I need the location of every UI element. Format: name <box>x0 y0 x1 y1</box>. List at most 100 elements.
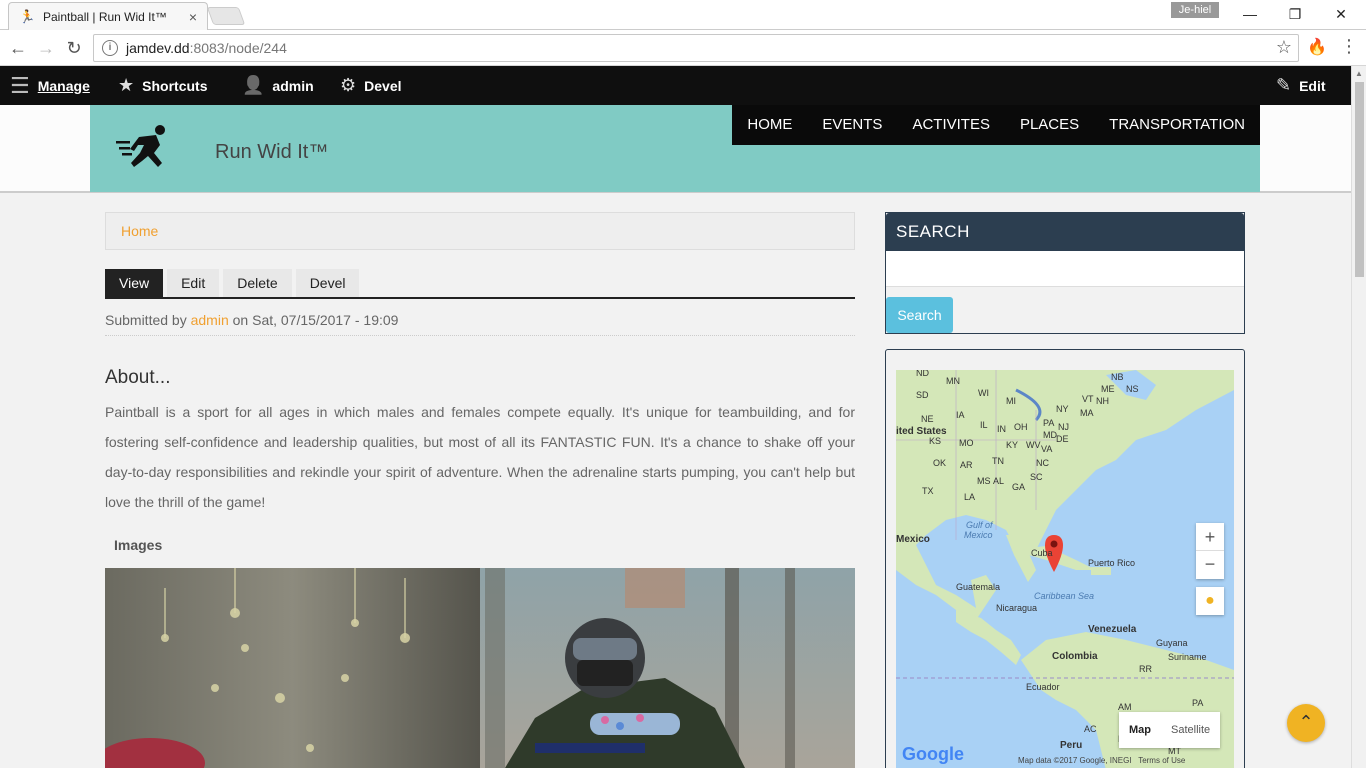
map-label: MD <box>1043 430 1057 440</box>
page-scrollbar[interactable]: ▲ <box>1351 66 1366 768</box>
map-attribution: Map data ©2017 Google, INEGI Terms of Us… <box>1018 756 1185 765</box>
nav-events[interactable]: EVENTS <box>807 105 897 145</box>
hamburger-icon: ☰ <box>10 72 30 98</box>
map-label: TN <box>992 456 1004 466</box>
map-label: VT <box>1082 394 1094 404</box>
submitted-prefix: Submitted by <box>105 312 187 328</box>
map-label: Guyana <box>1156 638 1188 648</box>
pegman-icon[interactable]: ● <box>1196 587 1224 615</box>
tab-edit[interactable]: Edit <box>167 269 220 297</box>
browser-menu-icon[interactable]: ⋮ <box>1340 36 1358 57</box>
map-label: SD <box>916 390 929 400</box>
toolbar-edit[interactable]: ✎ Edit <box>1276 66 1326 105</box>
search-button[interactable]: Search <box>886 297 953 333</box>
map-type-satellite[interactable]: Satellite <box>1161 712 1220 748</box>
map-label: NY <box>1056 404 1069 414</box>
map-label: Gulf of <box>966 520 993 530</box>
browser-tab[interactable]: 🏃 Paintball | Run Wid It™ × <box>8 2 208 30</box>
extension-flame-icon[interactable]: 🔥 <box>1307 37 1327 57</box>
map-label: AM <box>1118 702 1132 712</box>
map-label: PA <box>1192 698 1204 708</box>
tab-devel[interactable]: Devel <box>295 269 360 297</box>
site-info-icon[interactable]: i <box>102 40 118 56</box>
reload-icon[interactable]: ↻ <box>62 36 86 60</box>
map-label: OK <box>933 458 947 468</box>
search-input[interactable] <box>886 251 1244 287</box>
tab-delete[interactable]: Delete <box>223 269 292 297</box>
scroll-up-arrow-icon[interactable]: ▲ <box>1355 69 1363 78</box>
zoom-in-button[interactable]: + <box>1196 523 1224 551</box>
main-navigation: HOME EVENTS ACTIVITES PLACES TRANSPORTAT… <box>732 105 1260 145</box>
map-label: Peru <box>1060 740 1083 751</box>
url-path: :8083/node/244 <box>189 40 287 56</box>
runner-logo-icon[interactable] <box>114 123 174 173</box>
forward-icon[interactable]: → <box>34 36 58 60</box>
author-link[interactable]: admin <box>191 312 229 328</box>
maximize-icon[interactable]: ❐ <box>1272 0 1318 28</box>
browser-tabbar: 🏃 Paintball | Run Wid It™ × Je-hiel — ❐ … <box>0 0 1366 30</box>
map-data-text: Map data ©2017 Google, INEGI <box>1018 756 1132 765</box>
nav-places[interactable]: PLACES <box>1005 105 1094 145</box>
site-name[interactable]: Run Wid It™ <box>215 141 328 164</box>
breadcrumb-home-link[interactable]: Home <box>121 223 158 239</box>
submitted-info: Submitted by admin on Sat, 07/15/2017 - … <box>105 306 855 336</box>
google-wordmark: Google <box>902 744 964 764</box>
zoom-out-button[interactable]: − <box>1196 551 1224 579</box>
admin-toolbar: ☰ Manage ★ Shortcuts 👤 admin ⚙ Devel ✎ E… <box>0 66 1366 105</box>
map-label: DE <box>1056 434 1069 444</box>
toolbar-user[interactable]: 👤 admin <box>242 66 314 105</box>
back-icon[interactable]: ← <box>6 36 30 60</box>
minimize-icon[interactable]: — <box>1227 0 1273 28</box>
bookmark-star-icon[interactable]: ☆ <box>1276 37 1292 58</box>
scrollbar-thumb[interactable] <box>1355 82 1364 277</box>
google-map[interactable]: ND MN SD WI MI NE IA ited States KS MO I… <box>896 370 1234 768</box>
map-label: VA <box>1041 444 1053 454</box>
url-input[interactable]: i jamdev.dd:8083/node/244 ☆ <box>93 34 1299 62</box>
gear-icon: ⚙ <box>340 75 357 95</box>
map-label: NS <box>1126 384 1139 394</box>
map-label: Mexico <box>964 530 993 540</box>
nav-activities[interactable]: ACTIVITES <box>897 105 1005 145</box>
map-label: WI <box>978 388 989 398</box>
map-label: Puerto Rico <box>1088 558 1136 568</box>
pencil-icon: ✎ <box>1276 75 1292 95</box>
map-label: OH <box>1014 422 1028 432</box>
page-content: Run Wid It™ HOME EVENTS ACTIVITES PLACES… <box>0 105 1351 768</box>
article-body: Paintball is a sport for all ages in whi… <box>105 404 855 510</box>
article-heading: About... <box>105 367 171 388</box>
local-tasks: View Edit Delete Devel <box>105 269 855 299</box>
nav-transportation[interactable]: TRANSPORTATION <box>1094 105 1260 145</box>
google-logo[interactable]: Google <box>902 744 964 765</box>
site-header: Run Wid It™ HOME EVENTS ACTIVITES PLACES… <box>90 105 1260 192</box>
nav-home[interactable]: HOME <box>732 105 807 145</box>
map-type-map[interactable]: Map <box>1119 712 1161 748</box>
toolbar-manage[interactable]: ☰ Manage <box>10 66 90 105</box>
close-tab-icon[interactable]: × <box>189 9 197 25</box>
toolbar-shortcuts-label: Shortcuts <box>142 77 208 94</box>
map-label: AR <box>960 460 973 470</box>
map-label: MA <box>1080 408 1094 418</box>
map-label: MO <box>959 438 974 448</box>
map-label: LA <box>964 492 976 502</box>
submitted-date: on Sat, 07/15/2017 - 19:09 <box>232 312 399 328</box>
close-window-icon[interactable]: ✕ <box>1318 0 1364 28</box>
map-label: Ecuador <box>1026 682 1060 692</box>
map-label: Mexico <box>896 534 930 545</box>
favicon-runner-icon: 🏃 <box>19 8 36 24</box>
profile-badge[interactable]: Je-hiel <box>1171 2 1219 18</box>
map-type-control: Map Satellite <box>1119 712 1221 748</box>
map-label: RR <box>1139 664 1152 674</box>
map-label: Cuba <box>1031 548 1053 558</box>
toolbar-devel[interactable]: ⚙ Devel <box>340 66 402 105</box>
terms-link[interactable]: Terms of Use <box>1138 756 1185 765</box>
back-to-top-button[interactable]: ⌃ <box>1287 704 1325 742</box>
tab-view[interactable]: View <box>105 269 164 297</box>
map-block: ND MN SD WI MI NE IA ited States KS MO I… <box>885 349 1245 768</box>
map-label: PA <box>1043 418 1055 428</box>
toolbar-shortcuts[interactable]: ★ Shortcuts <box>118 66 207 105</box>
map-label: Nicaragua <box>996 603 1038 613</box>
new-tab-button[interactable] <box>206 7 246 25</box>
map-label: MS <box>977 476 991 486</box>
paintball-photo <box>105 568 855 768</box>
map-label: NB <box>1111 372 1124 382</box>
